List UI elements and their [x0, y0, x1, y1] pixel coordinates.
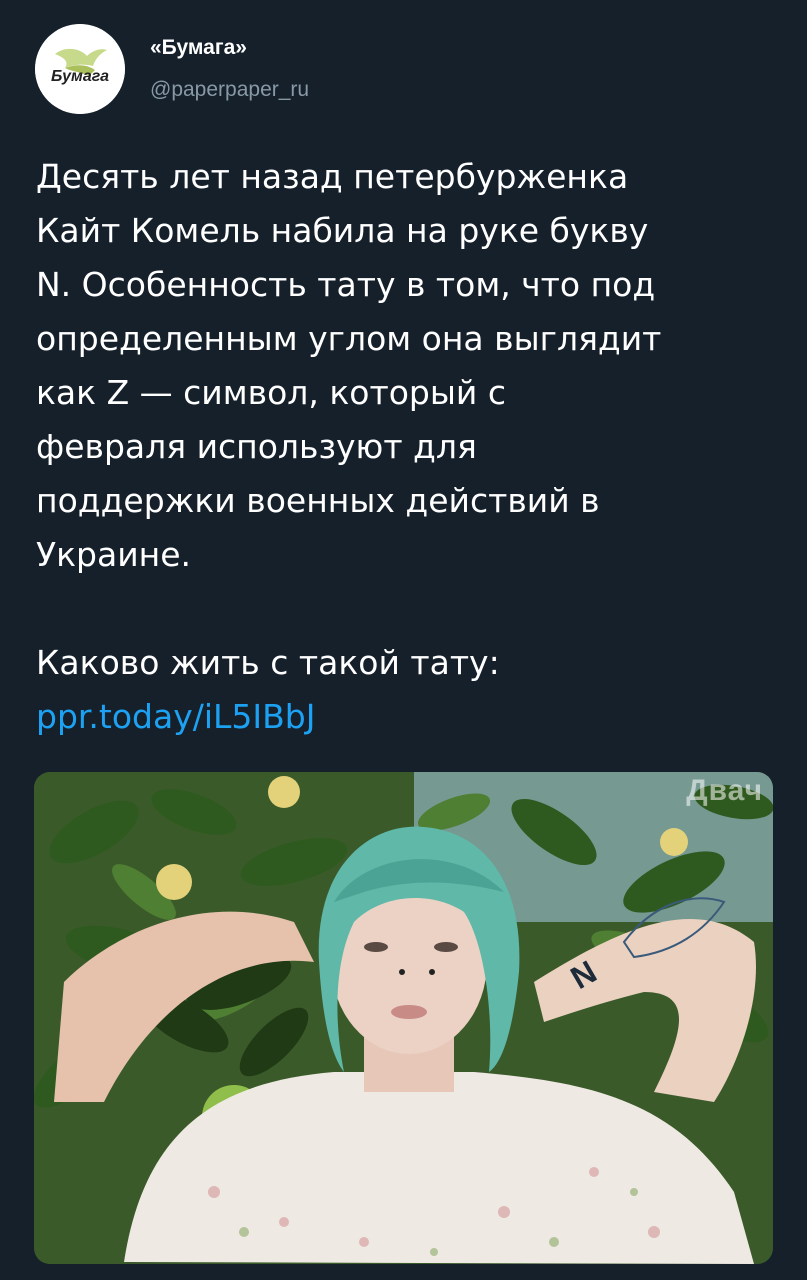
user-handle[interactable]: @paperpaper_ru — [150, 78, 309, 102]
tweet-text: Десять лет назад петербурженка Кайт Коме… — [36, 150, 776, 744]
tweet-paragraph: Каково жить с такой тату: — [36, 643, 500, 682]
display-name[interactable]: «Бумага» — [150, 36, 247, 60]
watermark: Двач — [686, 774, 763, 807]
avatar-logo-text: Бумага — [51, 68, 109, 85]
tweet-paragraph: Десять лет назад петербурженка Кайт Коме… — [36, 157, 662, 574]
tweet: Бумага «Бумага» @paperpaper_ru Десять ле… — [0, 0, 807, 1280]
tweet-link[interactable]: ppr.today/iL5IBbJ — [36, 690, 776, 744]
photo-image: N — [34, 772, 773, 1264]
avatar[interactable]: Бумага — [35, 24, 125, 114]
tweet-photo[interactable]: N Двач — [34, 772, 773, 1264]
